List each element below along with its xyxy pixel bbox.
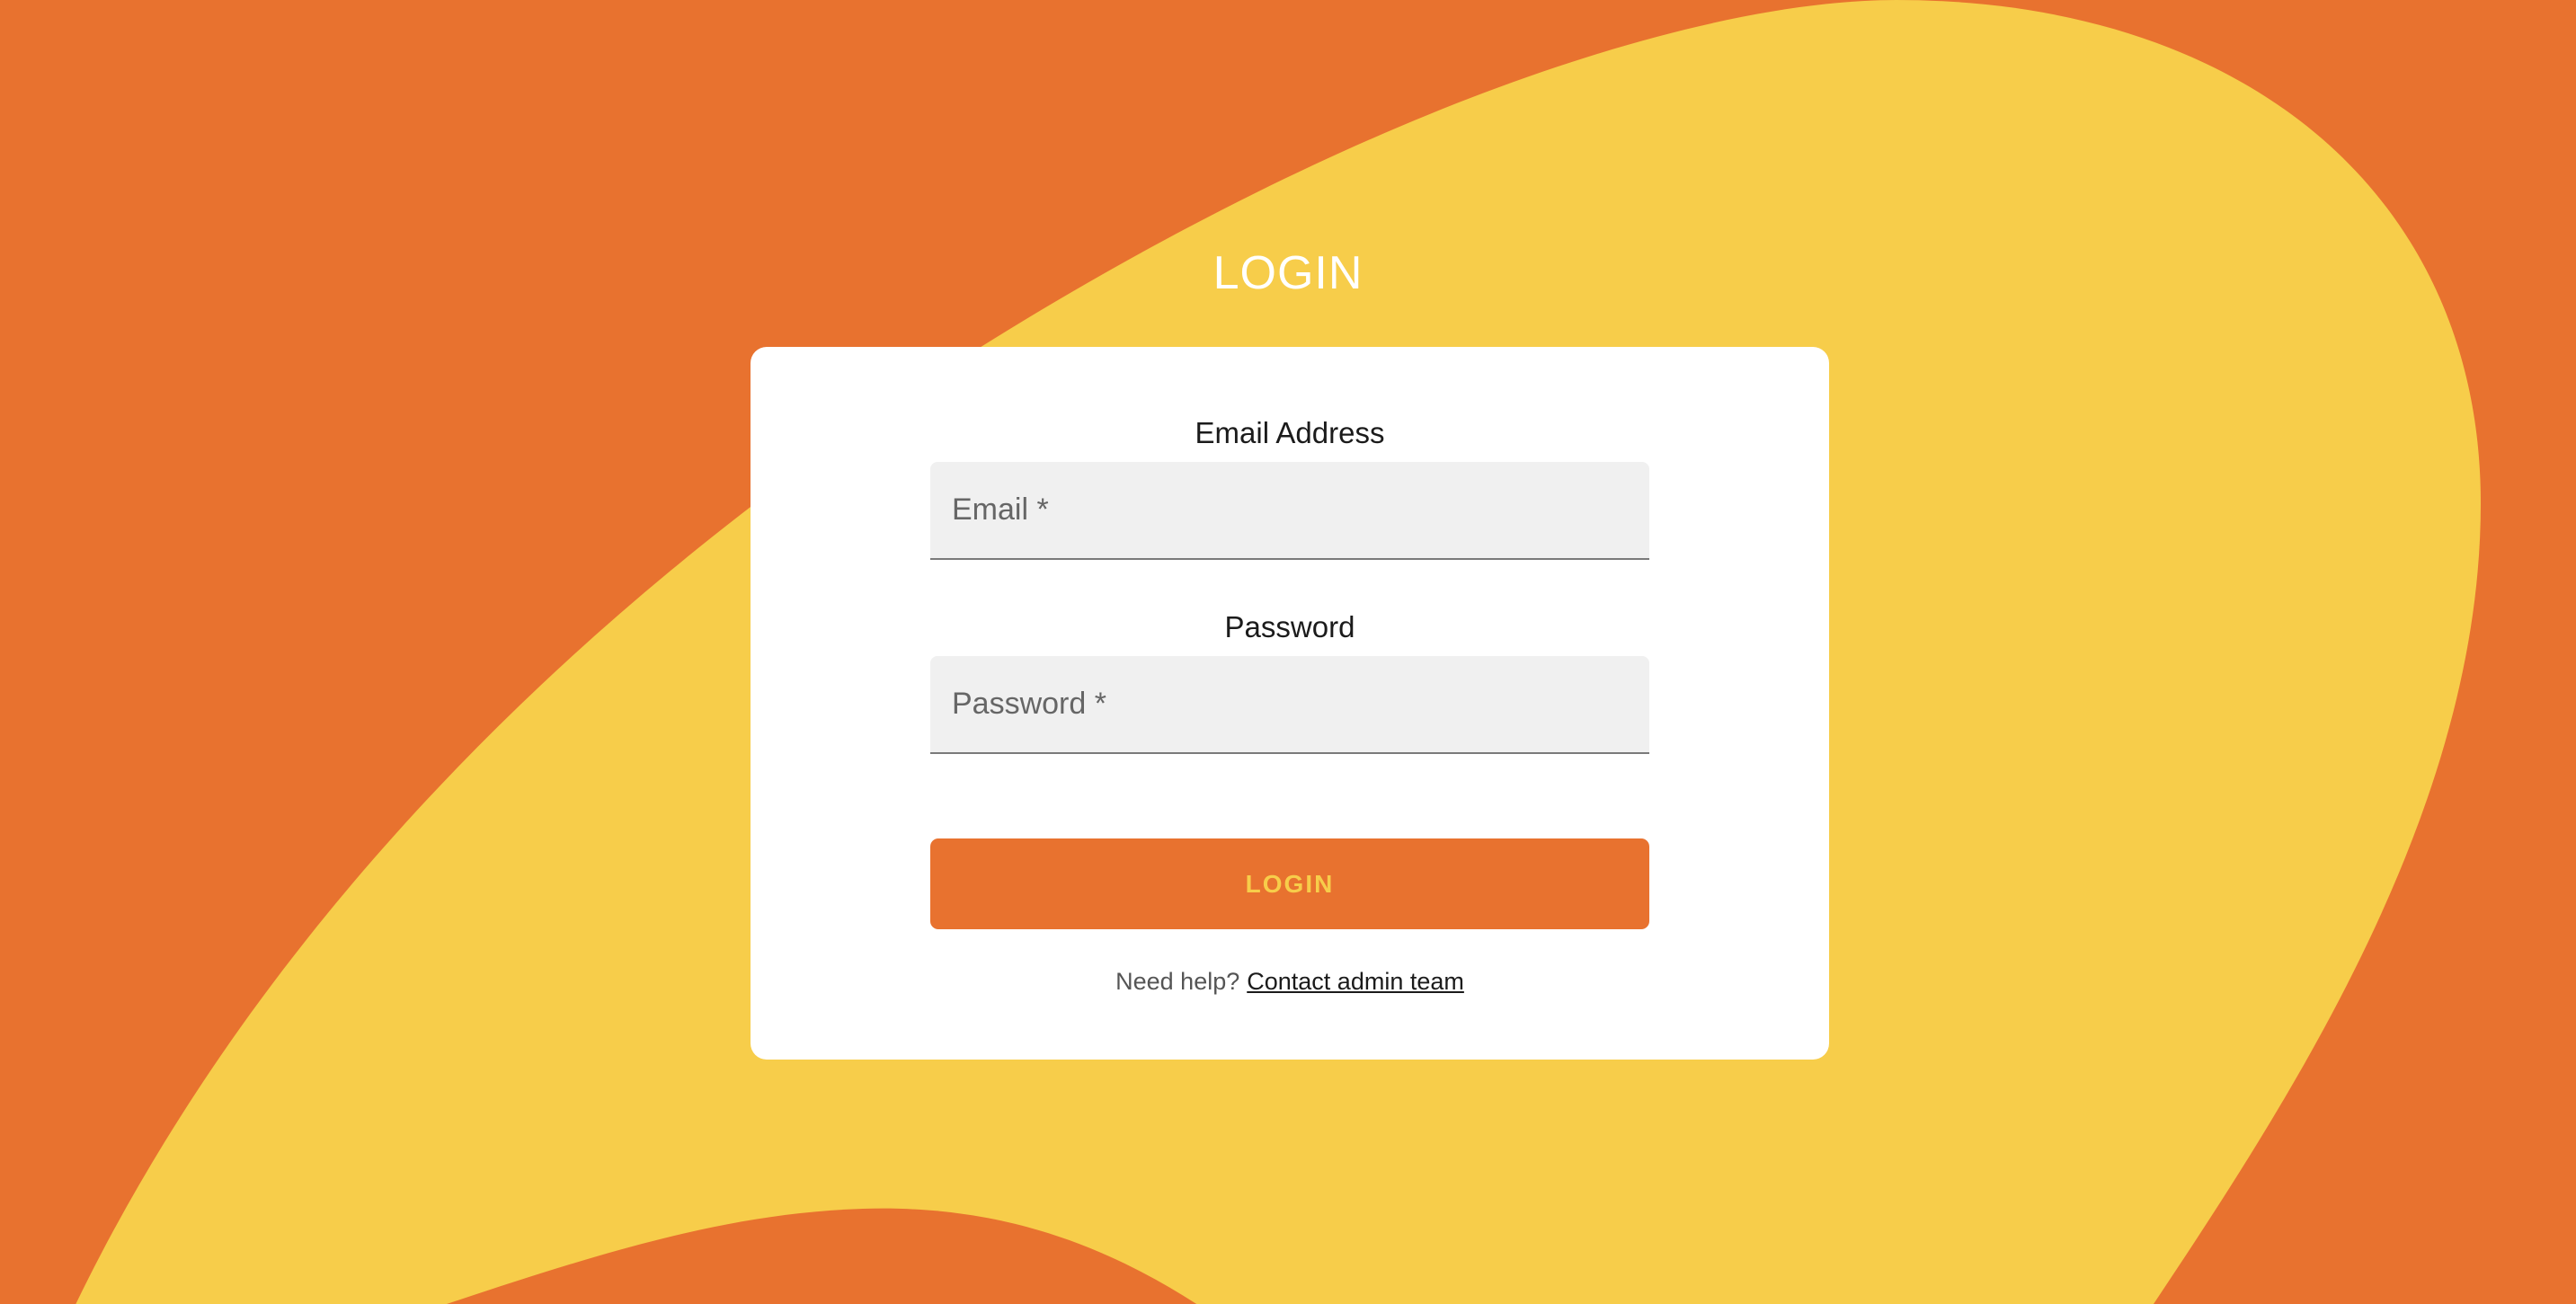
help-row: Need help? Contact admin team xyxy=(751,963,1829,999)
contact-admin-link[interactable]: Contact admin team xyxy=(1247,968,1464,995)
email-label: Email Address xyxy=(1195,416,1385,449)
login-card: Email Address Password LOGIN Need help? C… xyxy=(751,347,1829,1060)
email-field[interactable] xyxy=(930,462,1649,560)
login-button[interactable]: LOGIN xyxy=(930,838,1649,929)
help-text: Need help? xyxy=(1115,968,1240,995)
password-label: Password xyxy=(1224,610,1355,643)
page-title: LOGIN xyxy=(1212,247,1364,299)
password-field[interactable] xyxy=(930,656,1649,754)
login-page: LOGIN Email Address Password LOGIN Need … xyxy=(0,0,2576,1304)
